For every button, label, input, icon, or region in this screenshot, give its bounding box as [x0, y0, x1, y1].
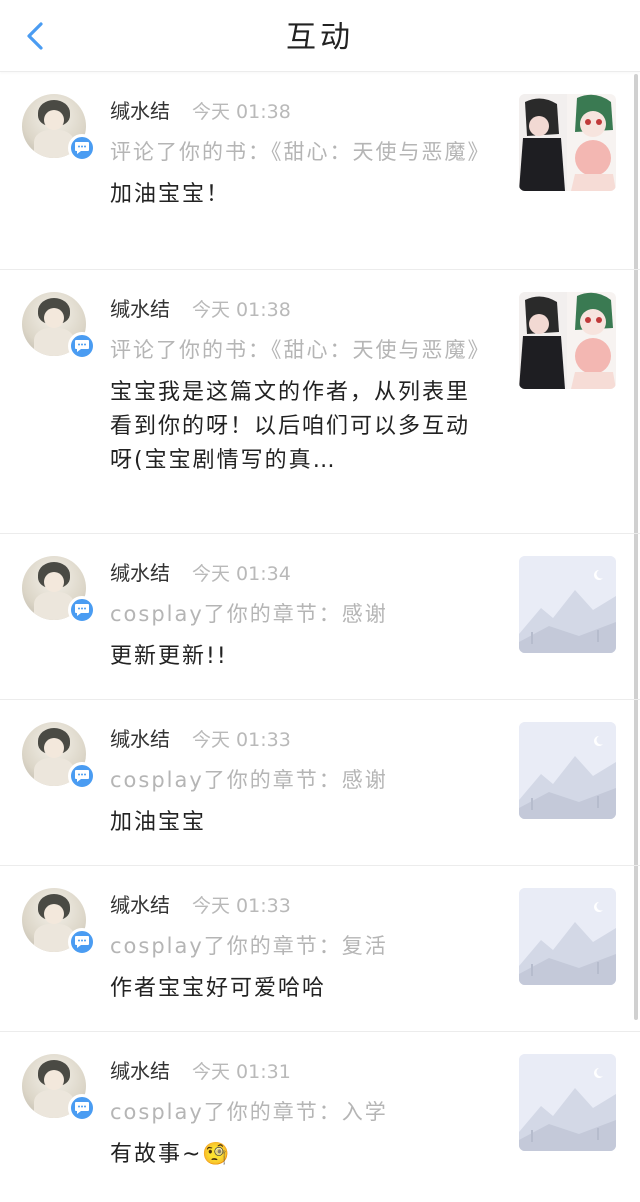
avatar[interactable]	[22, 94, 96, 166]
avatar[interactable]	[22, 888, 96, 960]
image-placeholder-icon[interactable]	[519, 556, 616, 653]
action-text: cosplay了你的章节：复活	[110, 934, 388, 958]
image-placeholder-icon[interactable]	[519, 722, 616, 819]
comment-bubble-icon	[68, 1094, 96, 1122]
action-text: cosplay了你的章节：感谢	[110, 602, 388, 626]
timestamp: 今天 01:34	[192, 563, 291, 585]
list-item[interactable]: 缄水结 今天 01:38 评论了你的书：《甜心：天使与恶魔》 宝宝我是这篇文的作者…	[0, 270, 640, 534]
avatar[interactable]	[22, 722, 96, 794]
username[interactable]: 缄水结	[110, 99, 170, 123]
username[interactable]: 缄水结	[110, 1059, 170, 1083]
page-title: 互动	[286, 20, 354, 55]
avatar[interactable]	[22, 556, 96, 628]
comment-text: 作者宝宝好可爱哈哈	[110, 976, 327, 1001]
top-bar: 互动	[0, 0, 640, 72]
timestamp: 今天 01:38	[192, 299, 291, 321]
action-text: 评论了你的书：《甜心：天使与恶魔》	[110, 338, 491, 362]
interaction-list: 缄水结 今天 01:38 评论了你的书：《甜心：天使与恶魔》 加油宝宝！ 缄水结…	[0, 72, 640, 1200]
action-text: cosplay了你的章节：感谢	[110, 768, 388, 792]
book-cover-thumbnail[interactable]	[519, 94, 616, 191]
list-item[interactable]: 缄水结 今天 01:33 cosplay了你的章节：感谢 加油宝宝	[0, 700, 640, 866]
comment-text: 加油宝宝	[110, 810, 207, 835]
comment-bubble-icon	[68, 762, 96, 790]
comment-text: 更新更新!!	[110, 644, 228, 669]
comment-text: 有故事~🧐	[110, 1142, 232, 1167]
comment-text: 加油宝宝！	[110, 182, 231, 207]
comment-bubble-icon	[68, 332, 96, 360]
username[interactable]: 缄水结	[110, 727, 170, 751]
avatar[interactable]	[22, 292, 96, 364]
username[interactable]: 缄水结	[110, 893, 170, 917]
username[interactable]: 缄水结	[110, 561, 170, 585]
comment-bubble-icon	[68, 596, 96, 624]
image-placeholder-icon[interactable]	[519, 1054, 616, 1151]
timestamp: 今天 01:33	[192, 729, 291, 751]
avatar[interactable]	[22, 1054, 96, 1126]
comment-text: 宝宝我是这篇文的作者，从列表里看到你的呀！以后咱们可以多互动呀(宝宝剧情写的真…	[110, 380, 471, 473]
list-item[interactable]: 缄水结 今天 01:34 cosplay了你的章节：感谢 更新更新!!	[0, 534, 640, 700]
username[interactable]: 缄水结	[110, 297, 170, 321]
action-text: cosplay了你的章节：入学	[110, 1100, 388, 1124]
timestamp: 今天 01:38	[192, 101, 291, 123]
action-text: 评论了你的书：《甜心：天使与恶魔》	[110, 140, 491, 164]
list-item[interactable]: 缄水结 今天 01:33 cosplay了你的章节：复活 作者宝宝好可爱哈哈	[0, 866, 640, 1032]
book-cover-thumbnail[interactable]	[519, 292, 616, 389]
image-placeholder-icon[interactable]	[519, 888, 616, 985]
list-item[interactable]: 缄水结 今天 01:38 评论了你的书：《甜心：天使与恶魔》 加油宝宝！	[0, 72, 640, 270]
timestamp: 今天 01:31	[192, 1061, 291, 1083]
comment-bubble-icon	[68, 928, 96, 956]
list-item[interactable]: 缄水结 今天 01:31 cosplay了你的章节：入学 有故事~🧐	[0, 1032, 640, 1200]
timestamp: 今天 01:33	[192, 895, 291, 917]
comment-bubble-icon	[68, 134, 96, 162]
